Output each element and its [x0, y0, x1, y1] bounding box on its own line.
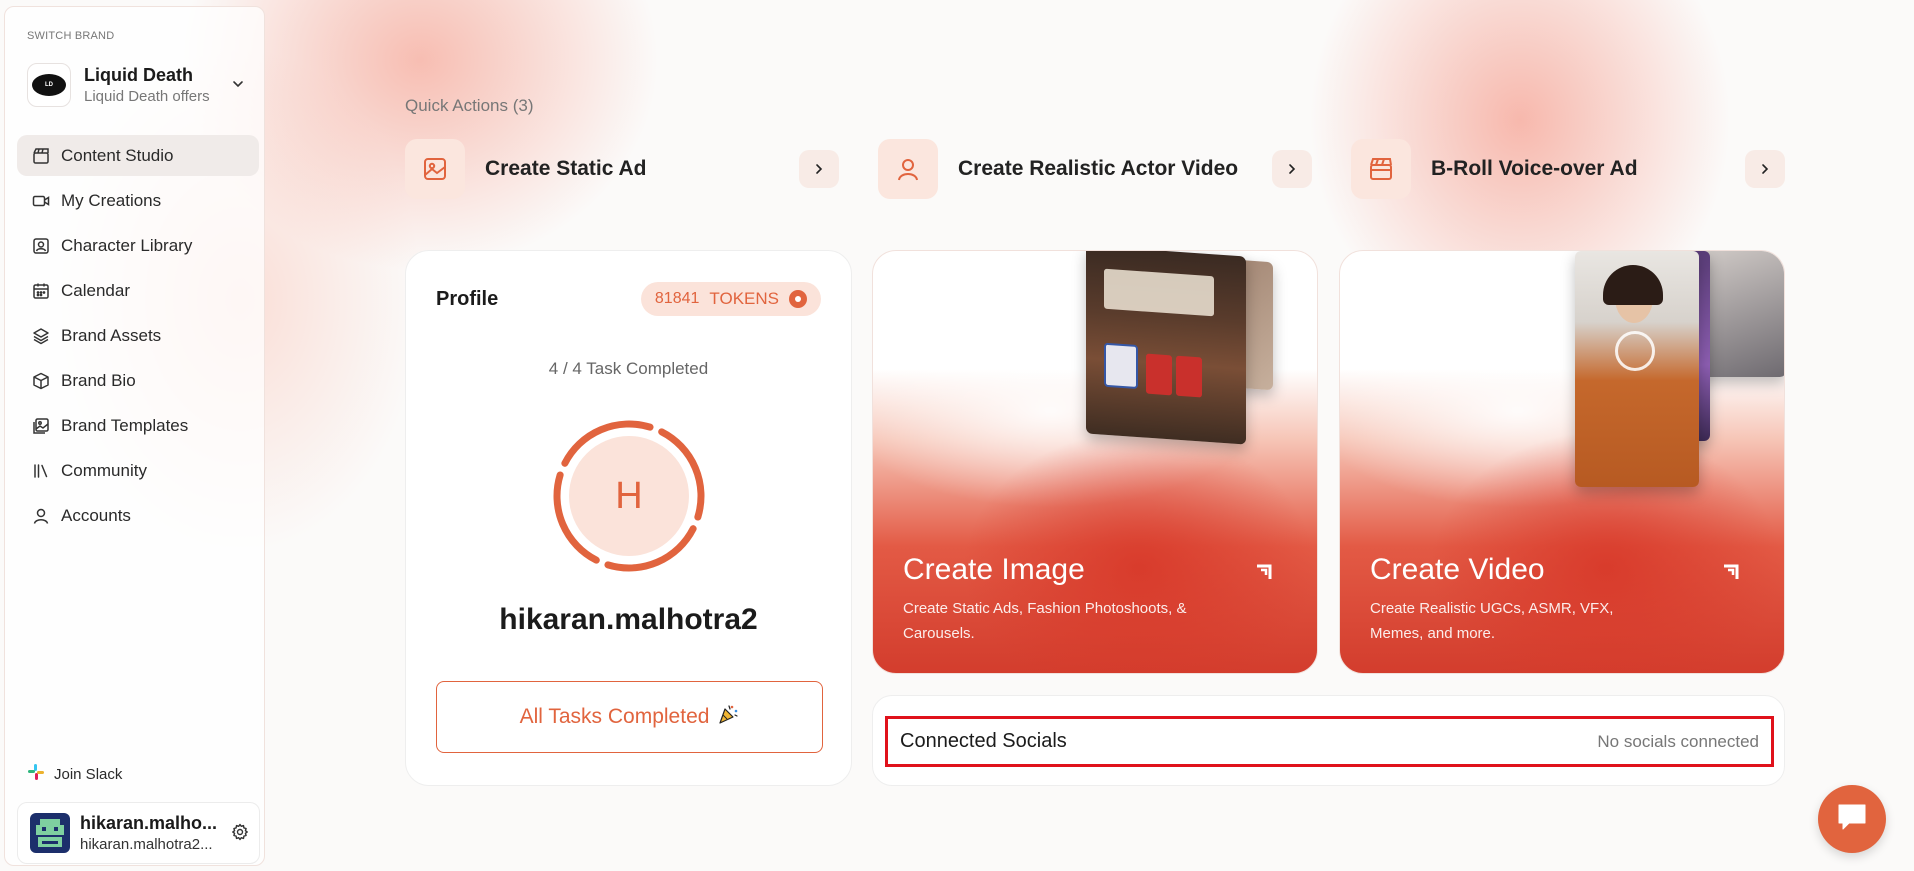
create-image-title: Create Image: [903, 553, 1085, 586]
avatar-initial: H: [569, 436, 689, 556]
quick-action-label: Create Static Ad: [485, 157, 647, 180]
video-camera-icon: [31, 191, 51, 211]
profile-username: hikaran.malhotra2: [499, 603, 758, 636]
party-popper-icon: [717, 703, 739, 731]
sidebar-item-label: Community: [61, 460, 147, 480]
tokens-label: TOKENS: [709, 289, 779, 308]
image-stack-icon: [31, 416, 51, 436]
switch-brand-label: SWITCH BRAND: [27, 30, 115, 42]
create-image-description: Create Static Ads, Fashion Photoshoots, …: [903, 600, 1187, 642]
quick-action-b-roll-voice-over-ad[interactable]: B-Roll Voice-over Ad: [1351, 138, 1785, 200]
connected-socials-row[interactable]: Connected Socials No socials connected: [885, 716, 1774, 767]
sidebar-item-brand-bio[interactable]: Brand Bio: [17, 360, 259, 401]
sidebar-item-brand-templates[interactable]: Brand Templates: [17, 405, 259, 446]
quick-action-create-realistic-actor-video[interactable]: Create Realistic Actor Video: [878, 138, 1312, 200]
join-slack-label: Join Slack: [54, 765, 123, 783]
chat-bubble-icon: [1835, 801, 1869, 838]
create-video-description: Create Realistic UGCs, ASMR, VFX, Memes,…: [1370, 600, 1614, 642]
quick-action-label: B-Roll Voice-over Ad: [1431, 157, 1638, 180]
user-email: hikaran.malhotra2...: [80, 836, 213, 853]
sidebar-item-label: Accounts: [61, 505, 131, 525]
join-slack-link[interactable]: Join Slack: [27, 763, 122, 785]
quick-actions-title: Quick Actions (3): [405, 96, 534, 115]
chevron-right-icon[interactable]: [1745, 150, 1785, 188]
sidebar-item-my-creations[interactable]: My Creations: [17, 180, 259, 221]
portrait-icon: [31, 236, 51, 256]
sidebar-item-label: Character Library: [61, 235, 193, 255]
library-icon: [31, 461, 51, 481]
layers-icon: [31, 326, 51, 346]
quick-actions-row: Create Static Ad Create Realistic Actor …: [405, 138, 1785, 200]
profile-title: Profile: [436, 288, 499, 310]
chat-support-button[interactable]: [1818, 785, 1886, 853]
brand-switcher[interactable]: LD Liquid Death Liquid Death offers: [27, 57, 257, 113]
all-tasks-label: All Tasks Completed: [519, 705, 710, 728]
chevron-right-icon[interactable]: [1272, 150, 1312, 188]
sidebar: SWITCH BRAND LD Liquid Death Liquid Deat…: [4, 6, 265, 866]
sidebar-item-content-studio[interactable]: Content Studio: [17, 135, 259, 176]
task-progress-text: 4 / 4 Task Completed: [548, 359, 709, 378]
chevron-down-icon: [231, 77, 245, 96]
box-icon: [31, 371, 51, 391]
all-tasks-completed-button[interactable]: All Tasks Completed: [436, 681, 823, 753]
sidebar-item-label: Brand Bio: [61, 370, 136, 390]
token-coin-icon: [789, 290, 807, 308]
user-card[interactable]: hikaran.malho... hikaran.malhotra2...: [17, 802, 260, 864]
create-video-title: Create Video: [1370, 553, 1545, 586]
user-icon: [31, 506, 51, 526]
sidebar-item-calendar[interactable]: Calendar: [17, 270, 259, 311]
tokens-badge[interactable]: 81841 TOKENS: [640, 282, 821, 316]
sidebar-item-label: My Creations: [61, 190, 162, 210]
quick-action-create-static-ad[interactable]: Create Static Ad: [405, 138, 839, 200]
sidebar-item-label: Brand Assets: [61, 325, 162, 345]
sidebar-item-community[interactable]: Community: [17, 450, 259, 491]
task-progress-ring: H: [549, 416, 709, 576]
connected-socials-status: No socials connected: [1597, 731, 1759, 751]
profile-card: Profile 81841 TOKENS 4 / 4 Task Complete…: [405, 250, 852, 786]
slack-icon: [27, 763, 45, 785]
arrow-up-right-icon: [1718, 559, 1744, 590]
sidebar-item-character-library[interactable]: Character Library: [17, 225, 259, 266]
connected-socials-title: Connected Socials: [900, 730, 1067, 752]
avatar: [30, 813, 70, 853]
chevron-right-icon[interactable]: [799, 150, 839, 188]
sidebar-item-accounts[interactable]: Accounts: [17, 495, 259, 536]
connected-socials-card: Connected Socials No socials connected: [872, 695, 1785, 786]
tokens-count: 81841: [654, 290, 700, 307]
user-name: hikaran.malho...: [80, 813, 218, 833]
calendar-icon: [31, 281, 51, 301]
sidebar-item-label: Content Studio: [61, 145, 174, 165]
arrow-up-right-icon: [1251, 559, 1277, 590]
gear-icon[interactable]: [231, 823, 249, 846]
brand-subtitle: Liquid Death offers: [84, 88, 210, 105]
sidebar-item-brand-assets[interactable]: Brand Assets: [17, 315, 259, 356]
create-image-card[interactable]: Create Image Create Static Ads, Fashion …: [872, 250, 1318, 674]
image-icon: [405, 139, 465, 199]
clapperboard-icon: [1351, 139, 1411, 199]
sidebar-item-label: Brand Templates: [61, 415, 189, 435]
brand-logo: LD: [27, 63, 71, 107]
sidebar-item-label: Calendar: [61, 280, 130, 300]
brand-name: Liquid Death: [84, 65, 193, 85]
create-video-card[interactable]: Create Video Create Realistic UGCs, ASMR…: [1339, 250, 1785, 674]
quick-action-label: Create Realistic Actor Video: [958, 157, 1239, 180]
clapperboard-icon: [31, 146, 51, 166]
sidebar-nav: Content Studio My Creations Character Li…: [17, 135, 259, 540]
person-icon: [878, 139, 938, 199]
